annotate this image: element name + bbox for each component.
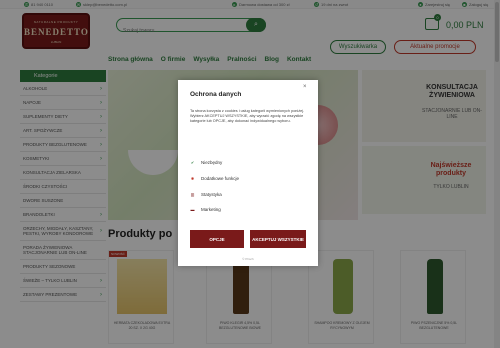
megaphone-icon: ▬ — [190, 207, 195, 212]
dialog-footer-credit[interactable]: © Pirsch — [178, 257, 318, 261]
consent-option-statistics[interactable]: ▥ Statystyka — [190, 192, 222, 197]
accept-all-label: AKCEPTUJ WSZYSTKIE — [252, 236, 304, 242]
options-button-label: OPCJE — [209, 236, 225, 242]
page: { "topbar": { "phone": "81 940 0110", "e… — [0, 0, 500, 348]
option-label: Statystyka — [201, 192, 222, 197]
dialog-title: Ochrona danych — [190, 91, 242, 98]
option-label: Niezbędny — [201, 160, 223, 165]
consent-option-marketing[interactable]: ▬ Marketing — [190, 207, 221, 212]
consent-option-necessary[interactable]: ✔ Niezbędny — [190, 160, 222, 165]
option-label: Marketing — [201, 207, 221, 212]
dialog-description: Ta strona korzysta z cookies i usług kat… — [190, 109, 305, 123]
options-button[interactable]: OPCJE — [190, 230, 244, 248]
check-icon: ✔ — [190, 160, 195, 165]
chart-icon: ▥ — [190, 192, 195, 197]
consent-option-functions[interactable]: ✱ Dodatkowe funkcje — [190, 176, 239, 181]
option-label: Dodatkowe funkcje — [201, 176, 240, 181]
cookie-consent-dialog: Ochrona danych × Ta strona korzysta z co… — [178, 80, 318, 266]
gear-icon: ✱ — [190, 176, 195, 181]
close-icon[interactable]: × — [303, 84, 307, 90]
accept-all-button[interactable]: AKCEPTUJ WSZYSTKIE — [250, 230, 306, 248]
